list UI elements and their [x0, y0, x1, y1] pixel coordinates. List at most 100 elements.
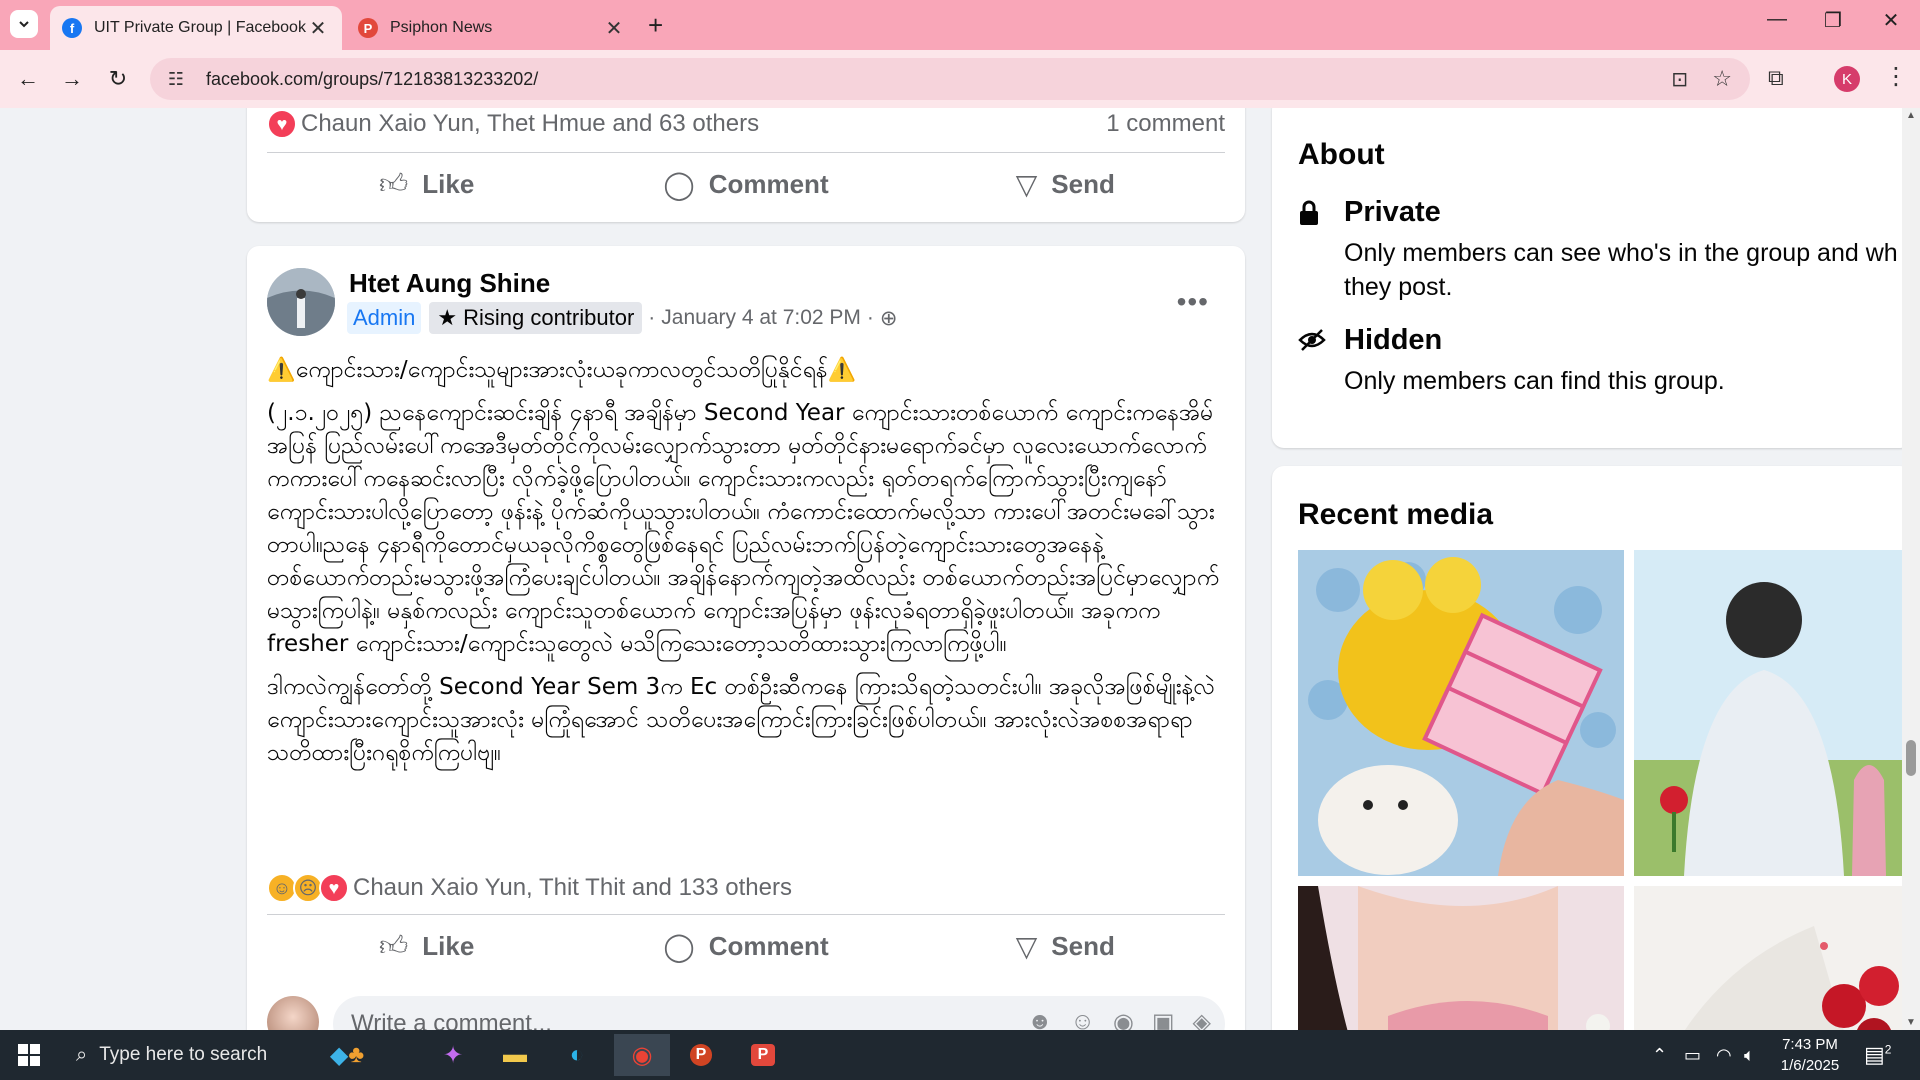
gif-icon[interactable]: ▣ — [1152, 1008, 1175, 1030]
search-icon: ⌕ — [76, 1043, 88, 1066]
like-button[interactable]: 👍︎ Like — [267, 916, 586, 976]
battery-icon[interactable]: ▭ — [1684, 1030, 1701, 1080]
comment-tools: ☻ ☺ ◉ ▣ ◈ — [1027, 1008, 1211, 1030]
comment-placeholder: Write a comment... — [351, 1010, 552, 1030]
sticker-icon[interactable]: ◈ — [1193, 1008, 1211, 1030]
url-text[interactable]: facebook.com/groups/712183813233202/ — [206, 69, 538, 90]
scroll-down-arrow[interactable]: ▼ — [1906, 1017, 1916, 1028]
globe-icon: ⊕ — [879, 306, 898, 330]
wifi-icon[interactable]: ◠ — [1716, 1030, 1732, 1080]
reload-button[interactable]: ↻ — [104, 66, 132, 92]
tab-psiphon[interactable]: P Psiphon News ✕ — [346, 6, 638, 50]
reactors-text[interactable]: Chaun Xaio Yun, Thit Thit and 133 others — [353, 874, 792, 902]
comment-button[interactable]: ◯ Comment — [586, 916, 905, 976]
send-label: Send — [1051, 168, 1115, 199]
reaction-icons: ♥ — [267, 109, 297, 139]
page-scrollbar[interactable]: ▲ ▼ — [1902, 108, 1920, 1030]
comment-button[interactable]: ◯ Comment — [586, 154, 905, 214]
system-clock[interactable]: 7:43 PM 1/6/2025 — [1768, 1034, 1852, 1076]
recent-media-title: Recent media — [1298, 498, 1494, 531]
clock-time: 7:43 PM — [1782, 1036, 1838, 1053]
separator-dot: · — [866, 306, 874, 329]
send-button[interactable]: ▽ Send — [906, 154, 1225, 214]
media-thumbnail[interactable] — [1298, 550, 1624, 876]
psiphon-app-icon[interactable]: P — [738, 1034, 788, 1076]
like-button[interactable]: 👍︎ Like — [267, 154, 586, 214]
hidden-description: Only members can find this group. — [1344, 367, 1725, 395]
site-settings-icon[interactable]: ☷ — [164, 69, 188, 90]
media-thumbnail[interactable] — [1634, 550, 1912, 876]
close-tab-icon[interactable]: ✕ — [602, 16, 626, 41]
install-app-icon[interactable]: ⊡ — [1671, 67, 1688, 92]
media-photo-rose-man — [1634, 550, 1912, 876]
comment-label: Comment — [708, 930, 829, 961]
post-timestamp[interactable]: January 4 at 7:02 PM — [661, 306, 861, 330]
edge-icon[interactable]: ◐ — [552, 1034, 602, 1076]
comment-count[interactable]: 1 comment — [1106, 110, 1225, 138]
extensions-icon[interactable]: ⧉ — [1768, 65, 1784, 91]
author-name[interactable]: Htet Aung Shine — [349, 268, 550, 299]
send-icon: ▽ — [1015, 930, 1038, 962]
start-button[interactable] — [18, 1044, 40, 1071]
media-thumbnail[interactable] — [1634, 886, 1912, 1030]
author-avatar[interactable] — [267, 268, 335, 336]
user-avatar[interactable] — [267, 996, 319, 1030]
forward-button[interactable]: → — [58, 66, 86, 92]
tab-bar: f UIT Private Group | Facebook ✕ P Psiph… — [0, 0, 1920, 50]
reactions-summary[interactable]: ♥ Chaun Xaio Yun, Thet Hmue and 63 other… — [267, 108, 1225, 146]
scroll-up-arrow[interactable]: ▲ — [1906, 110, 1916, 121]
tab-facebook[interactable]: f UIT Private Group | Facebook ✕ — [50, 6, 342, 50]
post-meta: Admin ★ Rising contributor · January 4 at… — [347, 302, 898, 334]
restore-button[interactable]: ❐ — [1810, 8, 1856, 33]
new-tab-button[interactable]: + — [648, 10, 663, 41]
comment-label: Comment — [708, 168, 829, 199]
emoji-icon[interactable]: ☺ — [1070, 1008, 1095, 1030]
copilot-icon[interactable]: ✦ — [428, 1034, 478, 1076]
powerpoint-icon[interactable]: P — [676, 1034, 726, 1076]
reactors-text[interactable]: Chaun Xaio Yun, Thet Hmue and 63 others — [301, 110, 759, 138]
avatar-sticker-icon[interactable]: ☻ — [1027, 1008, 1052, 1030]
post-body: ⚠️ကျောင်းသား/ကျောင်းသူများအားလုံးယခုကာလတ… — [267, 354, 1225, 780]
close-window-button[interactable]: ✕ — [1868, 8, 1914, 33]
private-title: Private — [1344, 196, 1441, 228]
profile-avatar[interactable]: K — [1834, 66, 1860, 92]
browser-window: f UIT Private Group | Facebook ✕ P Psiph… — [0, 0, 1920, 1030]
admin-badge[interactable]: Admin — [347, 302, 422, 334]
minimize-button[interactable]: — — [1754, 8, 1800, 31]
tab-title: UIT Private Group | Facebook — [94, 19, 306, 36]
taskbar-search[interactable]: ⌕ Type here to search — [60, 1030, 322, 1080]
file-explorer-icon[interactable]: ▬ — [490, 1034, 540, 1076]
windows-taskbar: ⌕ Type here to search ◆ ♣ ✦ ▬ ◐ ◉ P P ⌃ ▭… — [0, 1030, 1920, 1080]
close-tab-icon[interactable]: ✕ — [306, 16, 330, 41]
comment-input[interactable]: Write a comment... ☻ ☺ ◉ ▣ ◈ — [333, 996, 1225, 1030]
rising-contributor-badge[interactable]: ★ Rising contributor — [429, 302, 643, 334]
back-button[interactable]: ← — [14, 66, 42, 92]
menu-dots-icon[interactable]: ⋮ — [1884, 62, 1908, 91]
love-reaction-icon: ♥ — [319, 873, 349, 903]
post-actions: 👍︎ Like ◯ Comment ▽ Send — [267, 154, 1225, 214]
address-bar[interactable]: ☷ facebook.com/groups/712183813233202/ ⊡… — [150, 58, 1750, 100]
tab-search-button[interactable] — [10, 10, 38, 38]
scrollbar-thumb[interactable] — [1906, 740, 1916, 776]
thumbs-up-icon: 👍︎ — [379, 168, 409, 199]
private-description: they post. — [1344, 273, 1453, 301]
widgets-icon[interactable]: ◆ ♣ — [322, 1034, 372, 1076]
divider — [267, 914, 1225, 915]
camera-icon[interactable]: ◉ — [1113, 1008, 1134, 1030]
post-options-button[interactable]: ••• — [1177, 286, 1209, 318]
reactions-summary[interactable]: ☺ ☹ ♥ Chaun Xaio Yun, Thit Thit and 133 … — [267, 866, 1225, 910]
browser-toolbar: ← → ↻ ☷ facebook.com/groups/712183813233… — [0, 50, 1920, 108]
post-paragraph: (၂.၁.၂၀၂၅) ညနေကျောင်းဆင်းချိန် ၄နာရီ အချ… — [267, 400, 1220, 657]
media-thumbnail[interactable] — [1298, 886, 1624, 1030]
send-button[interactable]: ▽ Send — [906, 916, 1225, 976]
lock-icon — [1298, 200, 1320, 233]
tray-chevron-icon[interactable]: ⌃ — [1652, 1030, 1667, 1080]
avatar-photo — [267, 268, 335, 336]
clock-date: 1/6/2025 — [1780, 1057, 1840, 1074]
chrome-icon[interactable]: ◉ — [614, 1034, 670, 1076]
notifications-icon[interactable]: ▤2 — [1864, 1042, 1891, 1068]
bookmark-star-icon[interactable]: ☆ — [1712, 66, 1732, 92]
about-card: About Private Only members can see who's… — [1272, 108, 1912, 448]
volume-icon[interactable]: 🔈︎ — [1744, 1030, 1755, 1080]
media-photo-roses — [1634, 886, 1912, 1030]
